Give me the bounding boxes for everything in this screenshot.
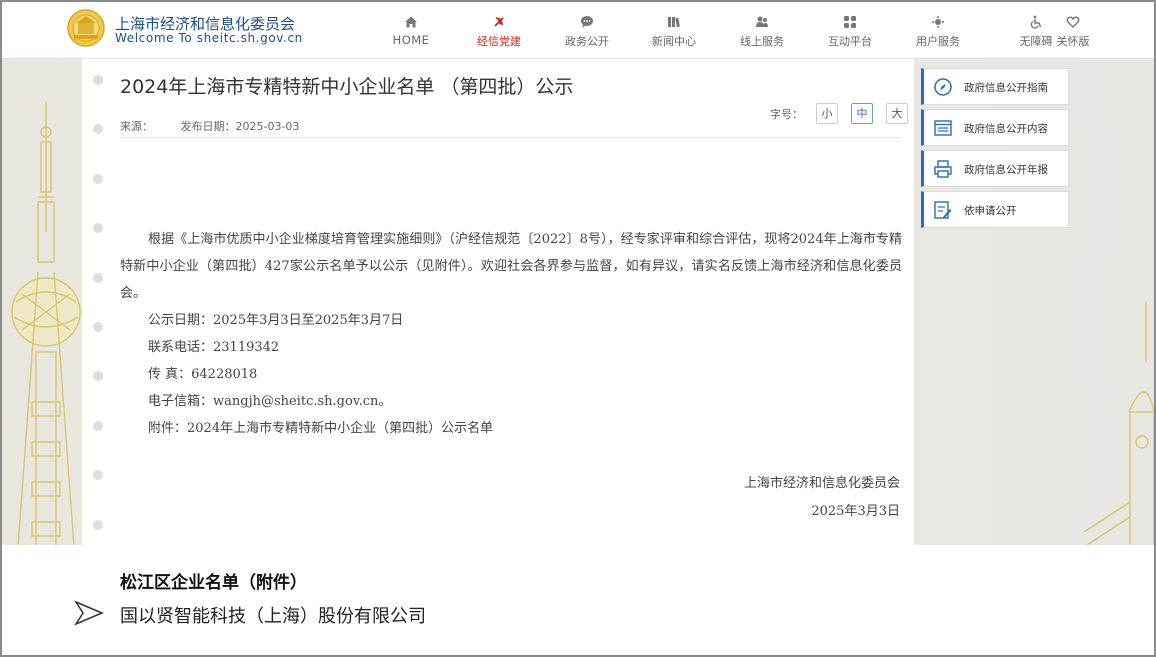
date-label: 发布日期： [180, 120, 236, 133]
sidebar-item-request[interactable]: 依申请公开 [921, 191, 1069, 228]
chat-bubble-icon [581, 16, 593, 28]
nav-party-building[interactable]: 经信党建 [459, 14, 539, 49]
company-name: 国以贤智能科技（上海）股份有限公司 [120, 606, 426, 627]
form-edit-icon [934, 201, 952, 219]
dot [93, 519, 103, 530]
printer-icon [934, 160, 952, 178]
nav-online-service-label: 线上服务 [740, 35, 784, 48]
user-service-icon [932, 16, 944, 28]
dot [93, 173, 103, 184]
publish-date: 发布日期：2025-03-03 [181, 120, 300, 133]
nav-home-label: HOME [392, 33, 430, 47]
article-body: 根据《上海市优质中小企业梯度培育管理实施细则》（沪经信规范〔2022〕8号），经… [120, 226, 902, 442]
signature-org: 上海市经济和信息化委员会 [743, 476, 900, 491]
fax: 传 真：64228018 [148, 367, 258, 382]
source-label: 来源： [120, 120, 153, 133]
dot [93, 321, 103, 332]
care-mode-link[interactable]: 关怀版 [1038, 14, 1108, 49]
sidebar-item-content[interactable]: 政府信息公开内容 [921, 109, 1069, 146]
dot [93, 75, 103, 85]
custom-house-illustration [1084, 302, 1154, 547]
font-size-label: 字号： [770, 107, 803, 121]
site-brand-en[interactable]: Welcome To sheitc.sh.gov.cn [115, 31, 303, 45]
contact-phone: 联系电话：23119342 [148, 340, 280, 355]
email: 电子信箱：wangjh@sheitc.sh.gov.cn。 [148, 394, 392, 409]
dot [93, 272, 103, 283]
sidebar-item-guide[interactable]: 政府信息公开指南 [921, 68, 1069, 105]
books-icon [668, 17, 680, 28]
site-logo-icon[interactable] [66, 9, 106, 47]
date-value: 2025-03-03 [235, 120, 300, 133]
nav-home[interactable]: HOME [371, 14, 451, 47]
dot [93, 223, 103, 234]
site-header: 上海市经济和信息化委员会 Welcome To sheitc.sh.gov.cn… [2, 2, 1154, 59]
attachment-link[interactable]: 附件：2024年上海市专精特新中小企业（第四批）公示名单 [120, 415, 902, 442]
notice-period: 公示日期：2025年3月3日至2025年3月7日 [148, 313, 404, 328]
font-size-switcher: 字号： 小 中 大 [770, 103, 908, 124]
nav-online-service[interactable]: 线上服务 [722, 14, 802, 49]
heart-shield-icon [1066, 16, 1080, 28]
dot [93, 470, 103, 481]
users-icon [756, 16, 768, 27]
compass-icon [934, 78, 952, 96]
body-paragraph: 根据《上海市优质中小企业梯度培育管理实施细则》（沪经信规范〔2022〕8号），经… [120, 232, 902, 301]
sidebar-item-label: 政府信息公开年报 [964, 164, 1048, 176]
overlay-title: 松江区企业名单（附件） [120, 573, 307, 593]
article-meta: 来源： 发布日期：2025-03-03 [120, 118, 323, 134]
arrow-right-outline-icon [74, 600, 104, 626]
nav-news-center[interactable]: 新闻中心 [634, 14, 714, 49]
font-size-small-button[interactable]: 小 [816, 103, 838, 124]
page-frame: 上海市经济和信息化委员会 Welcome To sheitc.sh.gov.cn… [0, 0, 1156, 657]
nav-user-service[interactable]: 用户服务 [898, 14, 978, 49]
sidebar-item-label: 依申请公开 [964, 205, 1017, 217]
article-title: 2024年上海市专精特新中小企业名单 （第四批）公示 [120, 76, 574, 98]
care-mode-label: 关怀版 [1056, 35, 1090, 48]
dot [93, 124, 103, 135]
sidebar-item-label: 政府信息公开指南 [964, 82, 1048, 94]
list-icon [934, 120, 952, 136]
nav-interaction[interactable]: 互动平台 [810, 14, 890, 49]
nav-party-building-label: 经信党建 [477, 35, 521, 48]
signature: 上海市经济和信息化委员会 2025年3月3日 [120, 470, 900, 526]
nav-gov-affairs[interactable]: 政务公开 [547, 14, 627, 49]
title-divider [120, 137, 900, 138]
nav-interaction-label: 互动平台 [828, 35, 872, 48]
nav-news-center-label: 新闻中心 [652, 35, 696, 48]
attachment-overlay: 松江区企业名单（附件） 国以贤智能科技（上海）股份有限公司 [2, 545, 1154, 655]
nav-user-service-label: 用户服务 [916, 35, 960, 48]
nav-gov-affairs-label: 政务公开 [565, 35, 609, 48]
dot [93, 420, 103, 431]
sidebar-item-label: 政府信息公开内容 [964, 123, 1048, 135]
signature-date: 2025年3月3日 [811, 504, 900, 519]
font-size-medium-button[interactable]: 中 [851, 103, 873, 124]
party-emblem-icon [494, 17, 504, 27]
font-size-large-button[interactable]: 大 [886, 103, 908, 124]
info-disclosure-sidebar: 政府信息公开指南 政府信息公开内容 政府信息公开年报 依申请公开 [921, 68, 1069, 232]
dot [93, 371, 103, 382]
home-icon [405, 16, 417, 28]
interaction-icon [844, 16, 856, 28]
article-panel: 2024年上海市专精特新中小企业名单 （第四批）公示 来源： 发布日期：2025… [82, 59, 914, 579]
sidebar-item-annual-report[interactable]: 政府信息公开年报 [921, 150, 1069, 187]
decorative-dots [93, 75, 103, 618]
oriental-pearl-tower-illustration [11, 102, 81, 547]
